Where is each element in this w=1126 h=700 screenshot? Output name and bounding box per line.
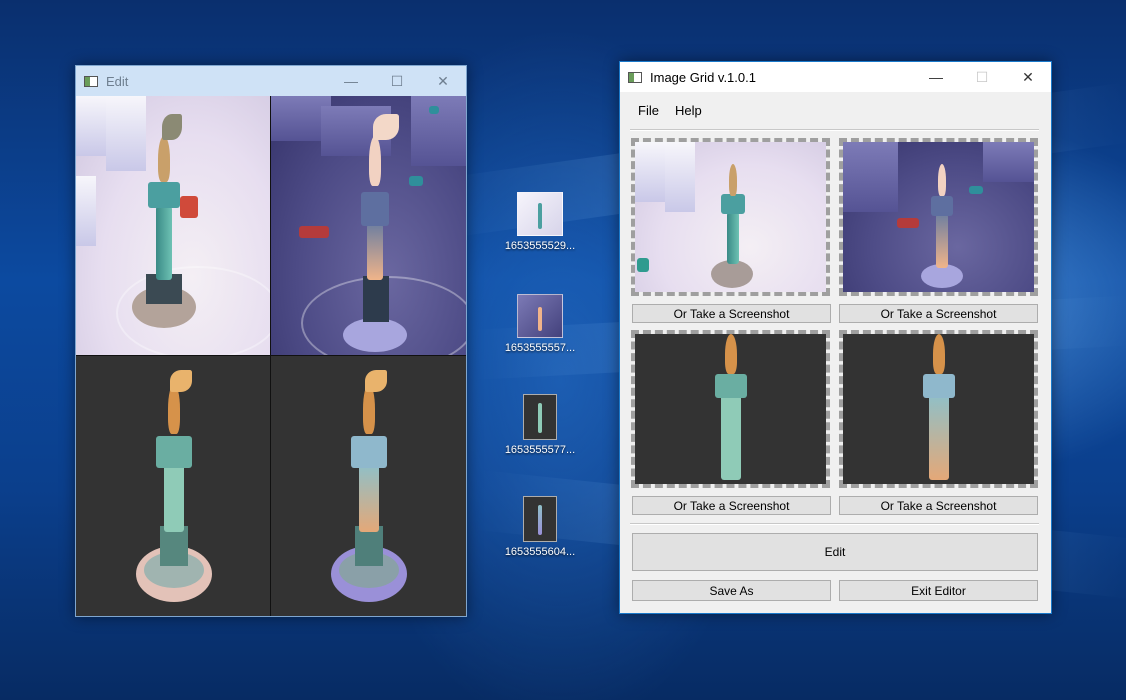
grid-image-model-teal — [76, 356, 270, 616]
menu-file[interactable]: File — [630, 100, 667, 121]
edit-titlebar[interactable]: Edit — ☐ ✕ — [76, 66, 466, 96]
grid-image-light-scene — [76, 96, 270, 355]
screenshot-button-1[interactable]: Or Take a Screenshot — [632, 304, 831, 323]
image-thumbnail — [523, 394, 557, 440]
app-icon — [84, 75, 98, 87]
drop-image-model-teal — [635, 334, 826, 484]
image-drop-zone-4[interactable] — [839, 330, 1038, 488]
maximize-button: ☐ — [975, 68, 989, 85]
edit-button[interactable]: Edit — [632, 533, 1038, 571]
grid-image-dark-scene — [271, 96, 466, 355]
image-thumbnail — [523, 496, 557, 542]
file-name-label: 1653555529... — [504, 240, 576, 252]
window-title: Edit — [106, 73, 129, 89]
maximize-button[interactable]: ☐ — [374, 66, 420, 96]
drop-image-model-gradient — [843, 334, 1034, 484]
file-name-label: 1653555557... — [504, 342, 576, 354]
drop-image-dark-scene — [843, 142, 1034, 292]
minimize-button[interactable]: — — [913, 62, 959, 92]
menu-separator — [630, 129, 1039, 131]
file-name-label: 1653555577... — [504, 444, 576, 456]
edit-image-grid — [76, 96, 466, 616]
close-button[interactable]: ✕ — [1005, 62, 1051, 92]
desktop-file-icon[interactable]: 1653555557... — [500, 294, 580, 354]
screenshot-button-4[interactable]: Or Take a Screenshot — [839, 496, 1038, 515]
minimize-button[interactable]: — — [328, 66, 374, 96]
desktop-file-icon[interactable]: 1653555604... — [500, 496, 580, 558]
image-thumbnail — [517, 192, 563, 236]
edit-window: Edit — ☐ ✕ — [75, 65, 467, 617]
save-as-button[interactable]: Save As — [632, 580, 831, 601]
image-grid-window: Image Grid v.1.0.1 — ☐ ✕ File Help Or Ta… — [619, 61, 1052, 614]
drop-image-light-scene — [635, 142, 826, 292]
close-button[interactable]: ✕ — [420, 66, 466, 96]
image-drop-zone-2[interactable] — [839, 138, 1038, 296]
exit-editor-button[interactable]: Exit Editor — [839, 580, 1038, 601]
image-drop-zone-1[interactable] — [631, 138, 830, 296]
desktop-file-icon[interactable]: 1653555529... — [500, 192, 580, 252]
grid-image-model-gradient — [271, 356, 466, 616]
grid-titlebar[interactable]: Image Grid v.1.0.1 — ☐ ✕ — [620, 62, 1051, 92]
screenshot-button-2[interactable]: Or Take a Screenshot — [839, 304, 1038, 323]
window-title: Image Grid v.1.0.1 — [650, 69, 756, 85]
desktop-file-icon[interactable]: 1653555577... — [500, 394, 580, 456]
action-separator — [630, 523, 1039, 525]
screenshot-button-3[interactable]: Or Take a Screenshot — [632, 496, 831, 515]
file-name-label: 1653555604... — [504, 546, 576, 558]
app-icon — [628, 71, 642, 83]
menu-help[interactable]: Help — [667, 100, 710, 121]
image-thumbnail — [517, 294, 563, 338]
menu-bar: File Help — [630, 100, 710, 121]
image-drop-zone-3[interactable] — [631, 330, 830, 488]
